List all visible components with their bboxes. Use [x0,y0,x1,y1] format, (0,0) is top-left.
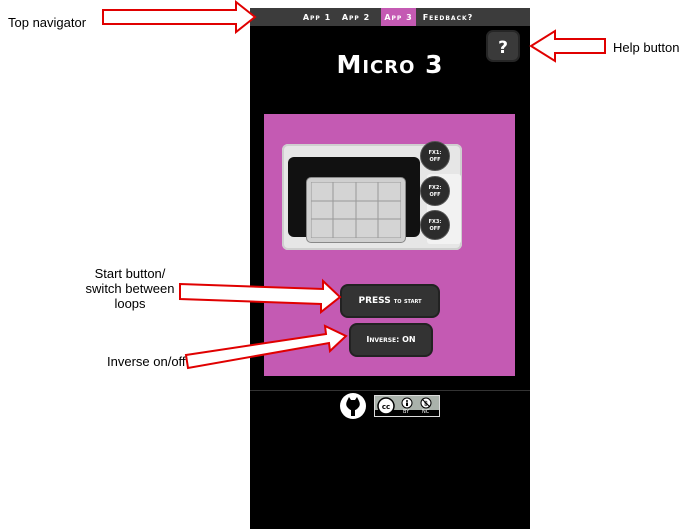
arrow-top-navigator [102,0,257,35]
arrow-start-button [179,278,342,315]
arrow-inverse [184,324,348,370]
arrow-help-button [529,29,606,63]
annotation-arrows [102,0,606,370]
